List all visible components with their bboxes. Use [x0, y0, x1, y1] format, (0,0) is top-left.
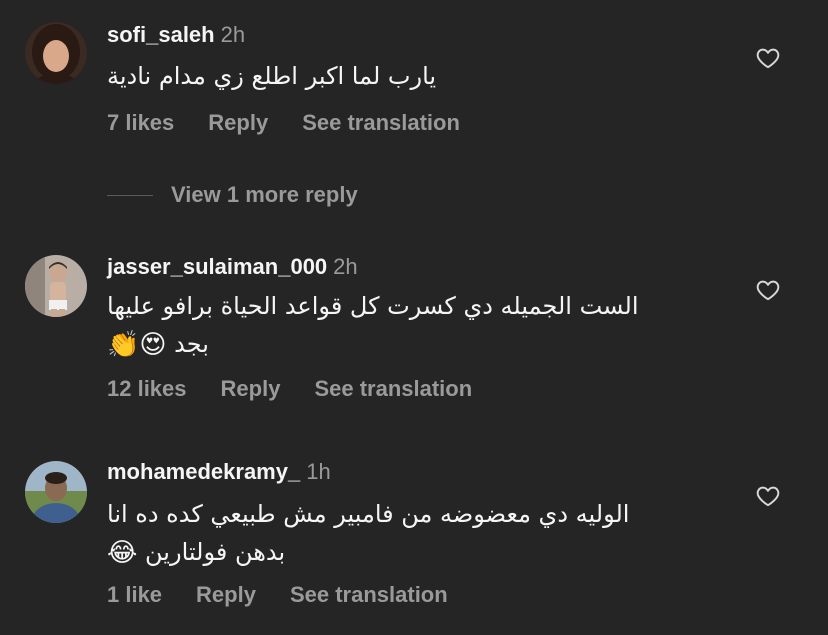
comment-text: يارب لما اكبر اطلع زي مدام نادية — [107, 57, 707, 95]
avatar-image — [25, 461, 87, 523]
comment-line-with-emoji: بجد 😍👏 — [107, 325, 687, 364]
see-translation-button[interactable]: See translation — [290, 582, 448, 607]
comment-actions: 7 likes Reply See translation — [107, 110, 494, 136]
timestamp: 1h — [306, 459, 331, 484]
comment-text: الست الجميله دي كسرت كل قواعد الحياة برا… — [107, 287, 687, 364]
view-more-replies-label: View 1 more reply — [171, 182, 358, 207]
reply-button[interactable]: Reply — [221, 376, 281, 401]
avatar[interactable] — [25, 22, 87, 84]
comment-line-with-emoji: بدهن فولتارين 😂 — [107, 533, 677, 572]
divider — [107, 194, 153, 196]
emoji: 😂 — [107, 538, 138, 568]
avatar[interactable] — [25, 461, 87, 523]
comment-line: بدهن فولتارين — [145, 538, 286, 566]
avatar-image — [25, 22, 87, 84]
heart-icon[interactable] — [755, 45, 781, 71]
username[interactable]: mohamedekramy_ — [107, 459, 300, 484]
reply-button[interactable]: Reply — [196, 582, 256, 607]
heart-icon[interactable] — [755, 277, 781, 303]
timestamp: 2h — [220, 22, 246, 47]
username[interactable]: sofi_saleh — [107, 22, 215, 47]
comment-header: jasser_sulaiman_000 2h — [107, 254, 358, 280]
comment-line: يارب لما اكبر اطلع زي مدام نادية — [107, 62, 437, 90]
comment-header: sofi_saleh 2h — [107, 22, 245, 48]
comment-line: بجد — [174, 330, 209, 358]
reply-button[interactable]: Reply — [208, 110, 268, 135]
comment-text: الوليه دي معضوضه من فامبير مش طبيعي كده … — [107, 495, 677, 572]
likes-count[interactable]: 12 likes — [107, 376, 187, 401]
avatar-image — [25, 255, 87, 317]
comment-actions: 12 likes Reply See translation — [107, 376, 506, 402]
timestamp: 2h — [333, 254, 358, 279]
see-translation-button[interactable]: See translation — [302, 110, 460, 135]
comment-line: الوليه دي معضوضه من فامبير مش طبيعي كده … — [107, 500, 630, 528]
likes-count[interactable]: 7 likes — [107, 110, 174, 135]
username[interactable]: jasser_sulaiman_000 — [107, 254, 327, 279]
view-more-replies-button[interactable]: View 1 more reply — [107, 180, 358, 210]
see-translation-button[interactable]: See translation — [314, 376, 472, 401]
heart-icon[interactable] — [755, 483, 781, 509]
avatar[interactable] — [25, 255, 87, 317]
comment-line: الست الجميله دي كسرت كل قواعد الحياة برا… — [107, 292, 639, 320]
likes-count[interactable]: 1 like — [107, 582, 162, 607]
comment-header: mohamedekramy_ 1h — [107, 459, 331, 485]
comment-actions: 1 like Reply See translation — [107, 582, 482, 608]
emoji: 😍👏 — [107, 330, 167, 360]
